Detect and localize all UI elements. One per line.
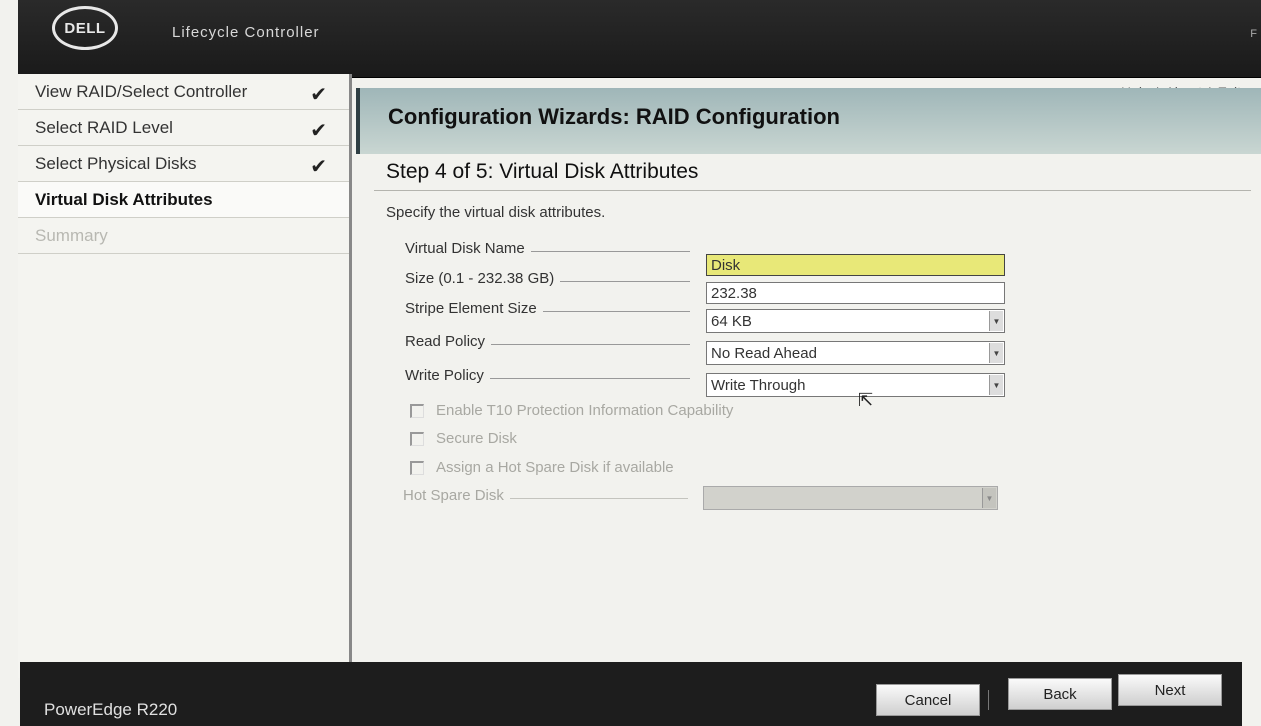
select-value: 64 KB	[711, 313, 752, 330]
leader-line	[509, 498, 688, 499]
sidebar-item-label: Select RAID Level	[35, 118, 173, 137]
leader-line	[489, 378, 690, 379]
leader-line	[560, 281, 690, 282]
footer-bar: PowerEdge R220 Cancel Back Next	[20, 662, 1242, 726]
cancel-button[interactable]: Cancel	[876, 684, 980, 716]
checkmark-icon: ✔	[310, 156, 327, 178]
checkbox-box	[410, 460, 424, 475]
checkbox-label: Enable T10 Protection Information Capabi…	[436, 402, 734, 419]
hot-spare-disk-label: Hot Spare Disk	[403, 487, 688, 504]
divider	[374, 190, 1251, 191]
field-label-text: Size (0.1 - 232.38 GB)	[405, 270, 555, 287]
wizard-header: Configuration Wizards: RAID Configuratio…	[356, 88, 1261, 154]
checkbox-box	[410, 403, 424, 418]
app-title: Lifecycle Controller	[172, 24, 320, 41]
sidebar-item-label: View RAID/Select Controller	[35, 82, 248, 101]
select-value: Write Through	[711, 377, 806, 394]
step-title: Step 4 of 5: Virtual Disk Attributes	[386, 160, 699, 183]
read-policy-label: Read Policy	[405, 333, 690, 350]
sidebar-item-label: Virtual Disk Attributes	[35, 190, 213, 209]
size-input[interactable]	[706, 282, 1005, 304]
wizard-steps-sidebar: View RAID/Select Controller ✔ Select RAI…	[18, 74, 352, 678]
instructions-text: Specify the virtual disk attributes.	[386, 204, 606, 221]
checkbox-label: Secure Disk	[436, 430, 517, 447]
write-policy-select[interactable]: Write Through ▼	[706, 373, 1005, 397]
select-value: No Read Ahead	[711, 345, 817, 362]
mouse-pointer-icon: ⇱	[858, 390, 874, 410]
vd-name-label: Virtual Disk Name	[405, 240, 690, 257]
hot-spare-disk-select: ▼	[703, 486, 998, 510]
checkbox-box	[410, 431, 424, 446]
sidebar-item-summary: Summary	[18, 218, 349, 254]
leader-line	[491, 344, 690, 345]
title-bar: DELL Lifecycle Controller F	[18, 0, 1261, 78]
vd-name-input[interactable]	[706, 254, 1005, 276]
sidebar-item-view-raid[interactable]: View RAID/Select Controller ✔	[18, 74, 349, 110]
field-label-text: Virtual Disk Name	[405, 240, 525, 257]
leader-line	[530, 251, 690, 252]
checkmark-icon: ✔	[310, 84, 327, 106]
checkbox-label: Assign a Hot Spare Disk if available	[436, 459, 674, 476]
dropdown-arrow-icon[interactable]: ▼	[989, 343, 1003, 363]
sidebar-item-label: Summary	[35, 226, 108, 245]
stripe-size-label: Stripe Element Size	[405, 300, 690, 317]
page-title: Configuration Wizards: RAID Configuratio…	[388, 104, 840, 129]
write-policy-label: Write Policy	[405, 367, 690, 384]
sidebar-item-physical-disks[interactable]: Select Physical Disks ✔	[18, 146, 349, 182]
button-separator	[988, 690, 989, 710]
server-model: PowerEdge R220	[44, 700, 178, 719]
size-label: Size (0.1 - 232.38 GB)	[405, 270, 690, 287]
leader-line	[542, 311, 690, 312]
assign-hot-spare-checkbox: Assign a Hot Spare Disk if available	[410, 459, 674, 476]
field-label-text: Read Policy	[405, 333, 486, 350]
field-label-text: Stripe Element Size	[405, 300, 537, 317]
dropdown-arrow-icon[interactable]: ▼	[989, 375, 1003, 395]
checkmark-icon: ✔	[310, 120, 327, 142]
next-button[interactable]: Next	[1118, 674, 1222, 706]
t10-protection-checkbox: Enable T10 Protection Information Capabi…	[410, 402, 733, 419]
field-label-text: Hot Spare Disk	[403, 487, 504, 504]
dropdown-arrow-icon[interactable]: ▼	[989, 311, 1003, 331]
top-edge-letter: F	[1250, 28, 1257, 40]
back-button[interactable]: Back	[1008, 678, 1112, 710]
stripe-size-select[interactable]: 64 KB ▼	[706, 309, 1005, 333]
sidebar-item-label: Select Physical Disks	[35, 154, 197, 173]
sidebar-item-virtual-disk-attributes[interactable]: Virtual Disk Attributes	[18, 182, 349, 218]
sidebar-item-raid-level[interactable]: Select RAID Level ✔	[18, 110, 349, 146]
field-label-text: Write Policy	[405, 367, 484, 384]
dell-logo: DELL	[52, 6, 118, 50]
secure-disk-checkbox: Secure Disk	[410, 430, 517, 447]
dropdown-arrow-icon: ▼	[982, 488, 996, 508]
read-policy-select[interactable]: No Read Ahead ▼	[706, 341, 1005, 365]
